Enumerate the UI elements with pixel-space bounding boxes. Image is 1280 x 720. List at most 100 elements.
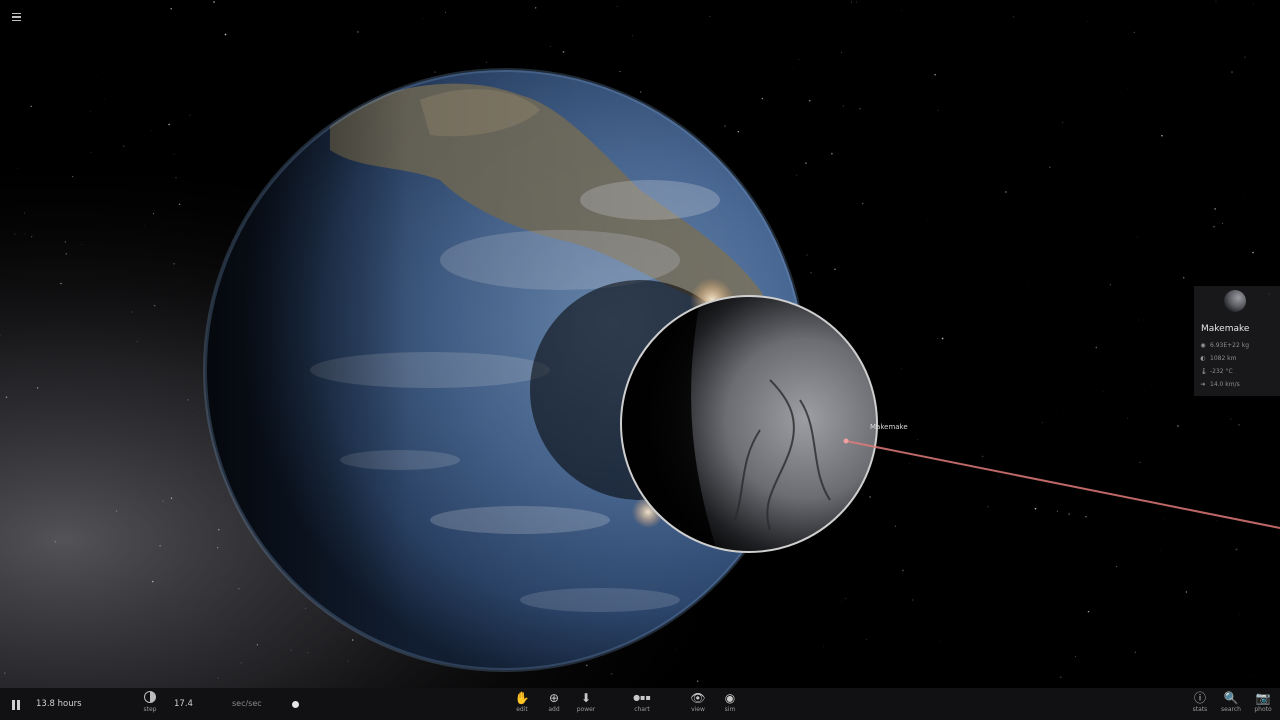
time-step-value[interactable]: 17.4: [174, 699, 193, 709]
tool-label: stats: [1192, 706, 1208, 713]
star: [1133, 31, 1136, 34]
star: [562, 51, 565, 53]
star: [1163, 517, 1165, 519]
star: [307, 652, 309, 654]
photo-button[interactable]: 📷 photo: [1248, 691, 1278, 713]
chart-tool-button[interactable]: ●▪▪ chart: [627, 691, 657, 713]
search-button[interactable]: 🔍 search: [1216, 691, 1246, 713]
star: [901, 9, 903, 11]
star: [31, 236, 33, 238]
star: [213, 1, 215, 3]
edit-tool-button[interactable]: ✋ edit: [507, 691, 537, 713]
eye-icon: 👁: [690, 691, 706, 705]
search-icon: 🔍: [1223, 691, 1239, 705]
star: [1238, 424, 1240, 426]
star: [290, 649, 292, 651]
star: [1136, 236, 1138, 238]
star: [173, 262, 175, 265]
star: [1085, 516, 1087, 518]
star: [796, 174, 798, 176]
star: [352, 639, 354, 641]
star: [982, 455, 984, 457]
star: [1247, 122, 1248, 123]
star: [1139, 461, 1141, 463]
star: [1034, 507, 1037, 510]
star: [152, 580, 154, 583]
star: [347, 660, 349, 662]
star: [859, 108, 861, 110]
add-tool-button[interactable]: ⊕ add: [539, 691, 569, 713]
star: [98, 605, 100, 607]
add-circle-icon: ⊕: [548, 691, 560, 705]
star: [709, 16, 711, 18]
star: [90, 152, 92, 153]
star: [1011, 93, 1013, 95]
star: [81, 244, 83, 246]
star: [850, 1, 852, 3]
tool-label: edit: [516, 706, 528, 713]
star: [866, 639, 867, 640]
star: [218, 529, 220, 531]
star: [841, 600, 842, 602]
object-label[interactable]: Makemake: [870, 423, 908, 431]
simulation-viewport[interactable]: Makemake Makemake ◉ 6.93E+22 kg ◐ 1082 k…: [0, 0, 1280, 720]
star: [198, 411, 200, 412]
star: [122, 145, 125, 147]
object-marker[interactable]: [843, 438, 849, 444]
hamburger-menu-icon[interactable]: [6, 6, 28, 28]
stat-value: 14.0 km/s: [1210, 381, 1240, 388]
rate-slider-handle[interactable]: [292, 701, 299, 708]
star: [1087, 610, 1090, 613]
star: [256, 644, 259, 646]
star: [1103, 391, 1105, 393]
star: [115, 510, 118, 512]
star: [97, 75, 98, 76]
temperature-icon: 🌡: [1200, 368, 1208, 375]
star: [844, 597, 846, 599]
radius-icon: ◐: [1200, 355, 1206, 362]
star: [1068, 513, 1070, 515]
pause-icon[interactable]: [11, 700, 21, 710]
star: [861, 202, 864, 205]
star: [842, 105, 844, 107]
star: [1048, 166, 1051, 169]
star: [550, 45, 551, 47]
star: [724, 125, 726, 127]
star: [1144, 390, 1145, 392]
stats-button[interactable]: ⓘ stats: [1185, 691, 1215, 713]
star: [64, 241, 66, 243]
tool-label: power: [576, 706, 596, 713]
tool-label: add: [548, 706, 560, 713]
star: [792, 68, 794, 69]
star: [1230, 418, 1232, 420]
stat-value: -232 °C: [1210, 368, 1233, 375]
star: [1095, 346, 1098, 349]
tool-label: chart: [634, 706, 650, 713]
star: [1250, 676, 1252, 678]
star: [902, 569, 904, 572]
object-info-panel[interactable]: Makemake ◉ 6.93E+22 kg ◐ 1082 km 🌡 -232 …: [1194, 286, 1280, 396]
star: [987, 506, 989, 508]
star: [14, 233, 16, 235]
power-icon: ⬇: [580, 691, 592, 705]
star: [1213, 226, 1215, 228]
power-tool-button[interactable]: ⬇ power: [571, 691, 601, 713]
star: [1134, 651, 1136, 653]
star: [1177, 425, 1179, 427]
star: [72, 176, 74, 178]
star: [136, 341, 138, 342]
step-button[interactable]: step: [140, 691, 160, 713]
star: [168, 123, 170, 126]
sim-tool-button[interactable]: ◉ sim: [715, 691, 745, 713]
star: [16, 168, 18, 170]
space-scene[interactable]: [0, 0, 1280, 720]
star: [805, 162, 807, 164]
tool-label: view: [691, 706, 705, 713]
star: [1062, 122, 1064, 124]
step-label: step: [143, 706, 157, 713]
star: [616, 6, 618, 7]
star: [937, 109, 939, 111]
star: [217, 677, 219, 679]
tool-label: sim: [724, 706, 736, 713]
view-tool-button[interactable]: 👁 view: [683, 691, 713, 713]
